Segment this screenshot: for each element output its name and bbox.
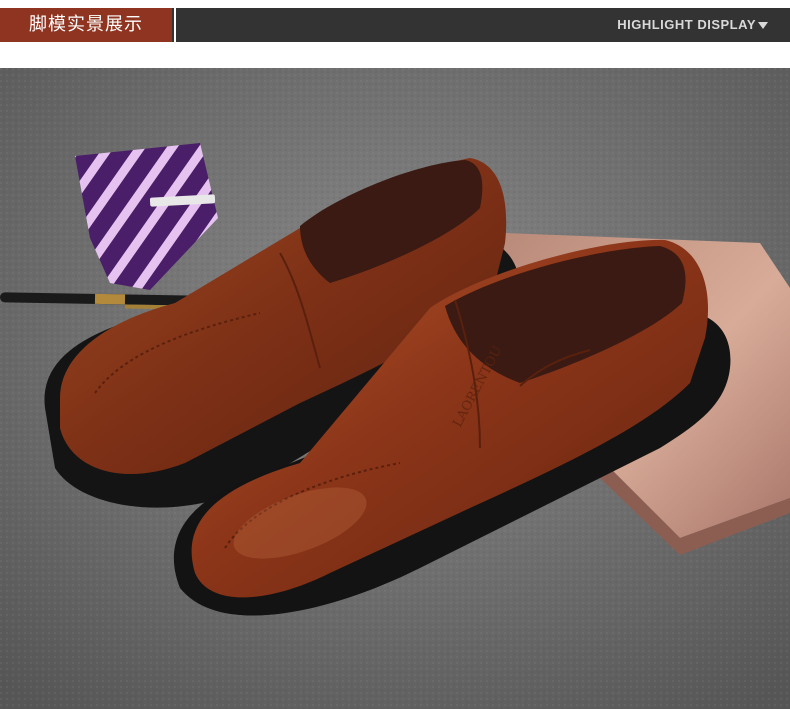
section-header: 脚模实景展示 HIGHLIGHT DISPLAY [0, 8, 790, 42]
product-photo: LAORENTOU [0, 68, 790, 709]
triangle-down-icon [758, 22, 768, 29]
section-subtitle: HIGHLIGHT DISPLAY [617, 17, 756, 32]
header-divider [174, 8, 176, 42]
section-title: 脚模实景展示 [0, 8, 172, 42]
